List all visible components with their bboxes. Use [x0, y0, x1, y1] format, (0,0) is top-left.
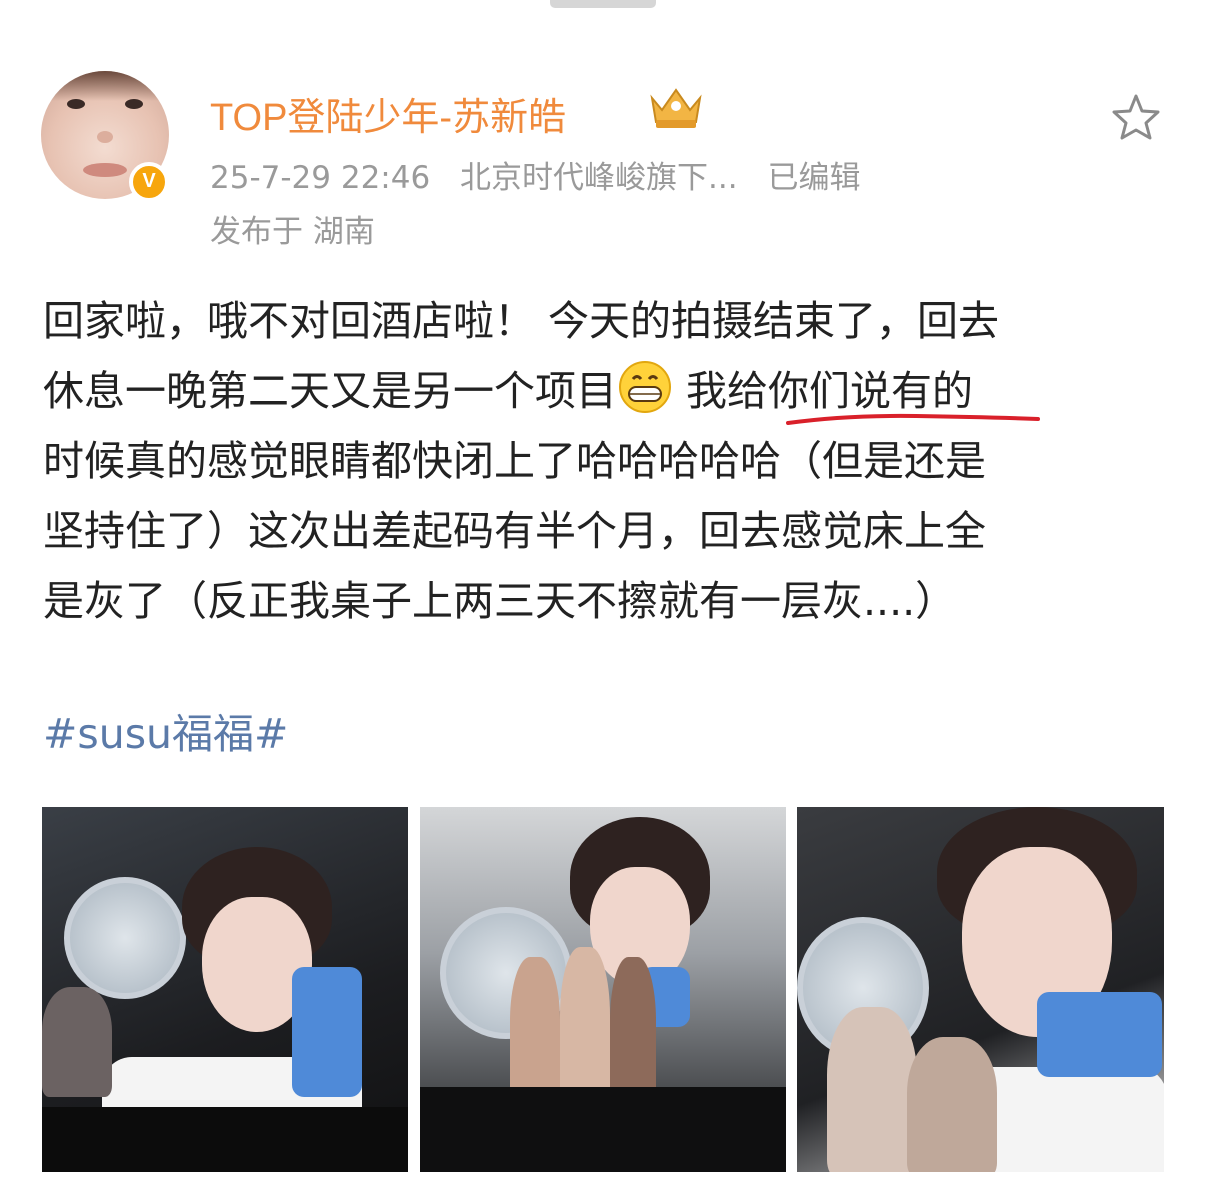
grin-icon	[619, 361, 671, 413]
post-text-line: 时候真的感觉眼睛都快闭上了哈哈哈哈哈（但是还是	[43, 437, 986, 485]
post-text-segment: 我给你们说有的	[686, 367, 974, 415]
username[interactable]: TOP登陆少年-苏新皓	[210, 86, 566, 141]
post-meta: 25-7-29 22:46 北京时代峰峻旗下... 已编辑	[210, 152, 880, 197]
post-photo-3[interactable]	[797, 807, 1164, 1172]
crown-icon	[650, 88, 702, 128]
hashtag-link[interactable]: #susu福福#	[43, 700, 288, 760]
edited-label[interactable]: 已编辑	[767, 160, 860, 196]
post-photo-1[interactable]	[42, 807, 408, 1172]
post-text-line: 是灰了（反正我桌子上两三天不擦就有一层灰....）	[43, 577, 957, 625]
drag-handle[interactable]	[550, 0, 656, 8]
post-text: 回家啦，哦不对回酒店啦！ 今天的拍摄结束了，回去 休息一晚第二天又是另一个项目 …	[43, 286, 1168, 636]
post-text-line: 回家啦，哦不对回酒店啦！ 今天的拍摄结束了，回去	[43, 297, 1000, 345]
timestamp: 25-7-29 22:46	[210, 160, 431, 196]
post-text-line: 坚持住了）这次出差起码有半个月，回去感觉床上全	[43, 507, 986, 555]
red-underline-annotation	[786, 413, 1040, 425]
post-text-segment: 休息一晚第二天又是另一个项目	[43, 367, 617, 415]
star-icon[interactable]	[1110, 92, 1162, 142]
post-location: 发布于 湖南	[210, 214, 375, 250]
verified-v-icon: V	[129, 162, 169, 202]
source[interactable]: 北京时代峰峻旗下...	[460, 160, 738, 196]
post-photo-2[interactable]	[420, 807, 786, 1172]
